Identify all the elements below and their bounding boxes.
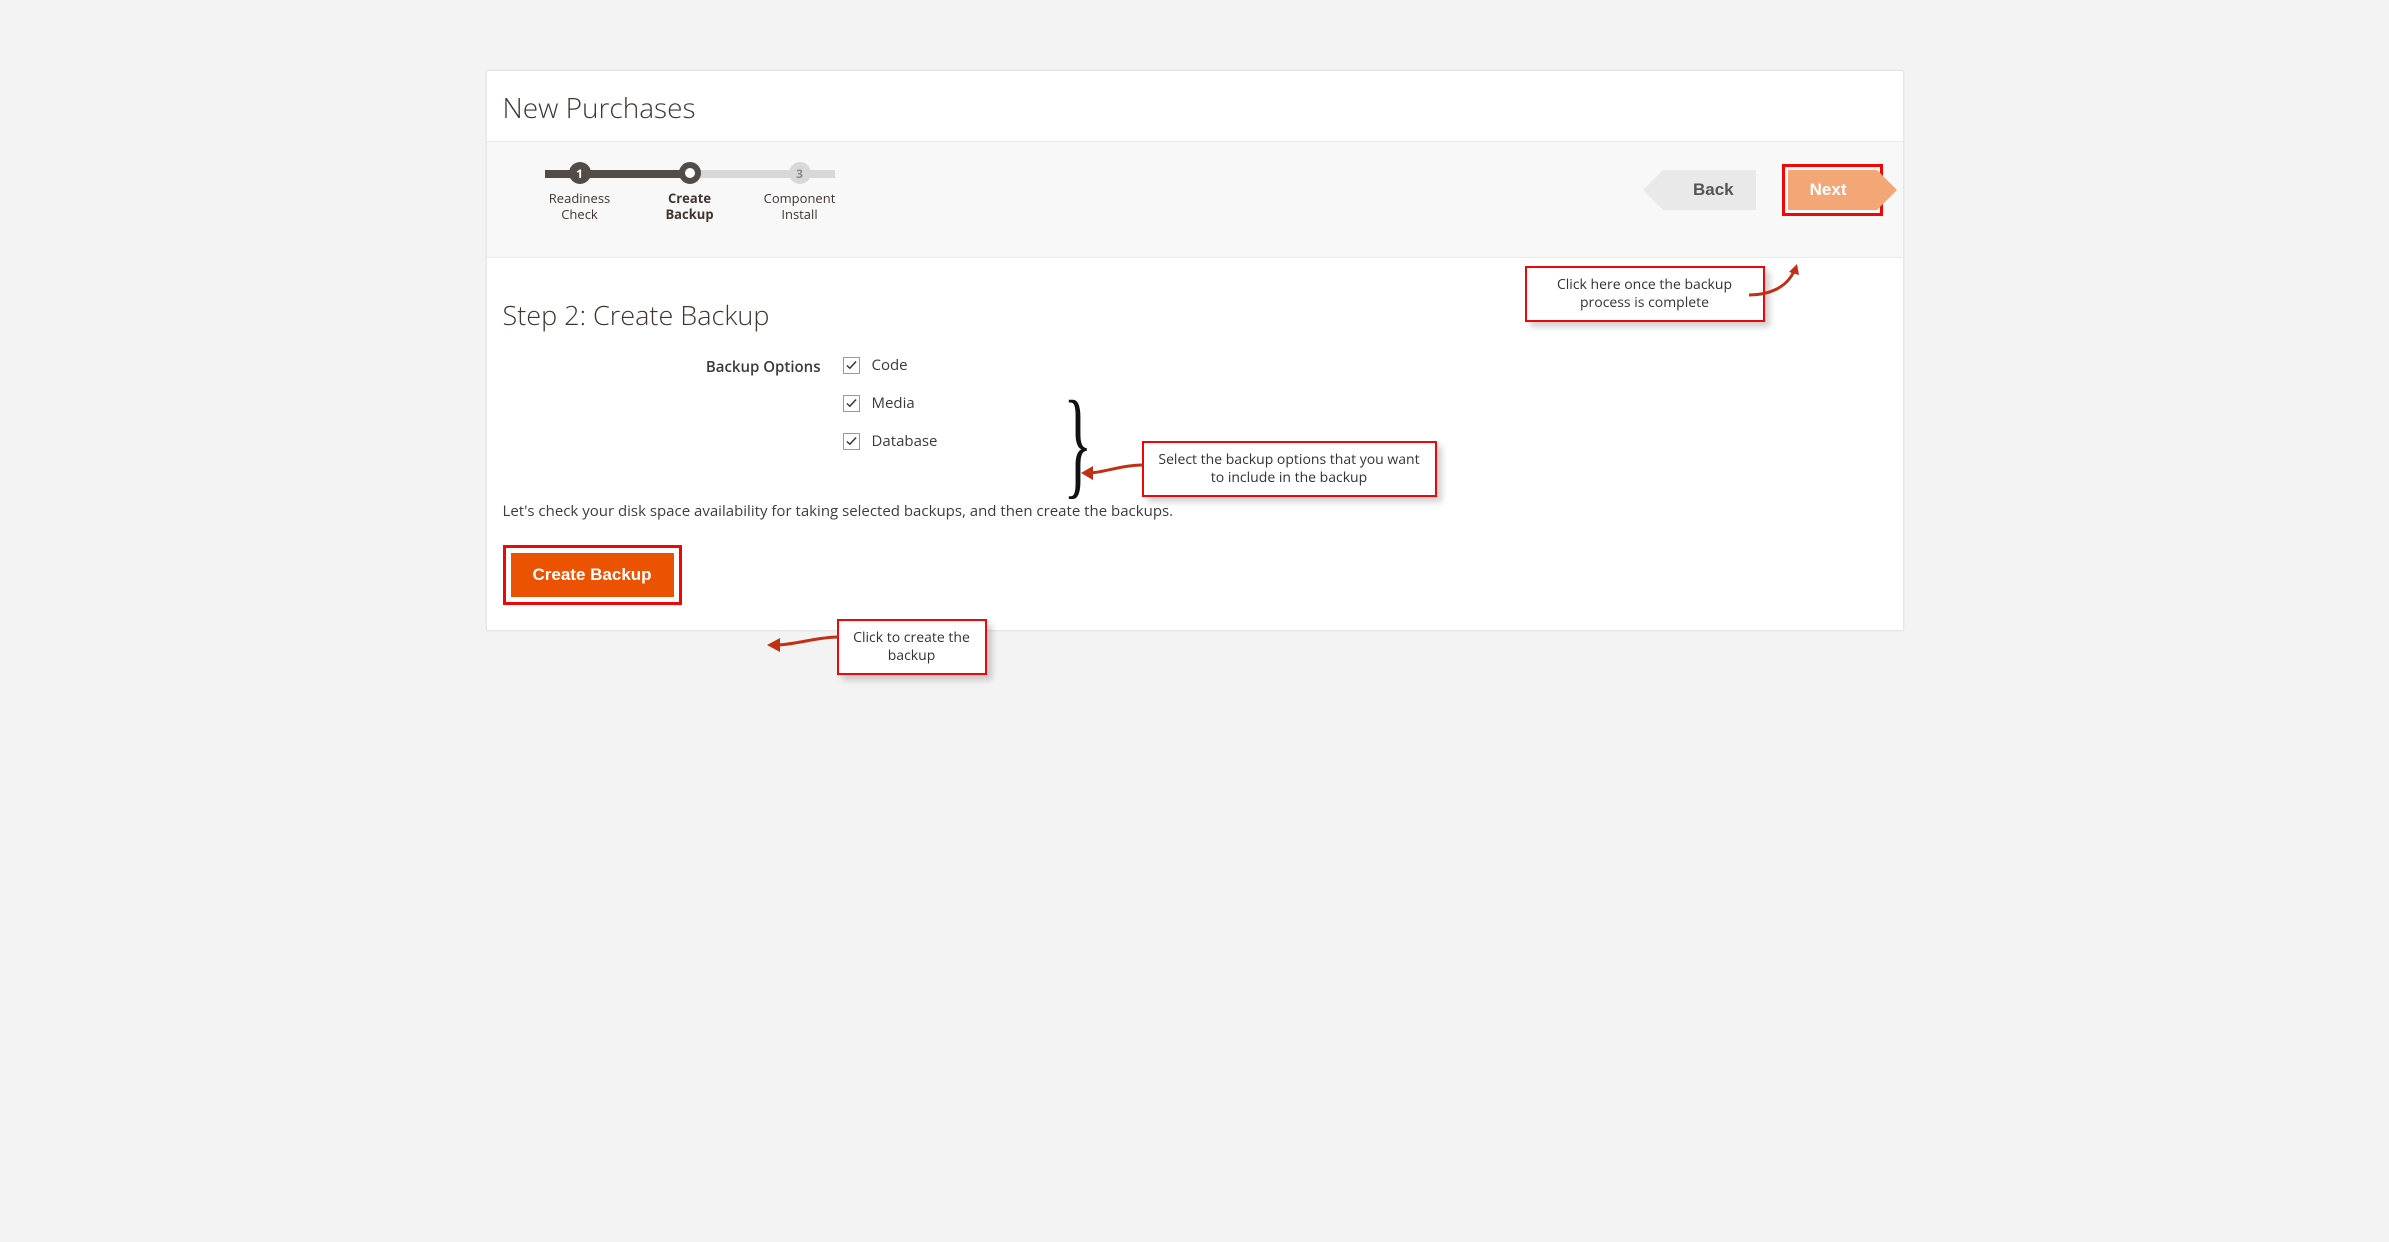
callout-create-backup: Click to create the backup xyxy=(837,619,987,675)
checkbox-media[interactable] xyxy=(843,395,860,412)
option-label: Media xyxy=(872,393,915,413)
callout-next: Click here once the backup process is co… xyxy=(1525,266,1765,322)
backup-option-media: Media xyxy=(843,393,938,413)
step-label: Component Install xyxy=(755,190,845,223)
stepper: 1 Readiness Check Create Backup 3 Compon… xyxy=(535,162,845,223)
description-text: Let's check your disk space availability… xyxy=(503,501,1887,521)
step-number-icon: 3 xyxy=(789,162,811,184)
step-current-icon xyxy=(679,162,701,184)
checkbox-database[interactable] xyxy=(843,433,860,450)
back-button[interactable]: Back xyxy=(1663,170,1756,210)
backup-options-label: Backup Options xyxy=(503,355,843,377)
next-button-highlight: Next xyxy=(1782,164,1883,216)
callout-backup-options: Select the backup options that you want … xyxy=(1142,441,1437,497)
arrow-to-options-icon xyxy=(1077,459,1147,494)
arrow-to-create-icon xyxy=(762,629,842,664)
option-label: Code xyxy=(872,355,908,375)
arrow-to-next-icon xyxy=(1747,259,1807,304)
step-create-backup[interactable]: Create Backup xyxy=(645,162,735,223)
step-label: Readiness Check xyxy=(535,190,625,223)
step-number-icon: 1 xyxy=(569,162,591,184)
stepper-bar: 1 Readiness Check Create Backup 3 Compon… xyxy=(487,142,1903,258)
option-label: Database xyxy=(872,431,938,451)
backup-option-code: Code xyxy=(843,355,938,375)
create-button-highlight: Create Backup xyxy=(503,545,682,605)
create-backup-button[interactable]: Create Backup xyxy=(510,552,675,598)
next-button[interactable]: Next xyxy=(1788,170,1877,210)
checkbox-code[interactable] xyxy=(843,357,860,374)
backup-options-list: Code Media Database xyxy=(843,355,938,469)
setup-panel: New Purchases 1 Readiness Check Create B… xyxy=(486,70,1904,631)
step-readiness-check[interactable]: 1 Readiness Check xyxy=(535,162,625,223)
step-label: Create Backup xyxy=(645,190,735,223)
page-title: New Purchases xyxy=(487,71,1903,142)
nav-buttons: Back Next xyxy=(1663,164,1883,216)
backup-option-database: Database xyxy=(843,431,938,451)
step-component-install[interactable]: 3 Component Install xyxy=(755,162,845,223)
